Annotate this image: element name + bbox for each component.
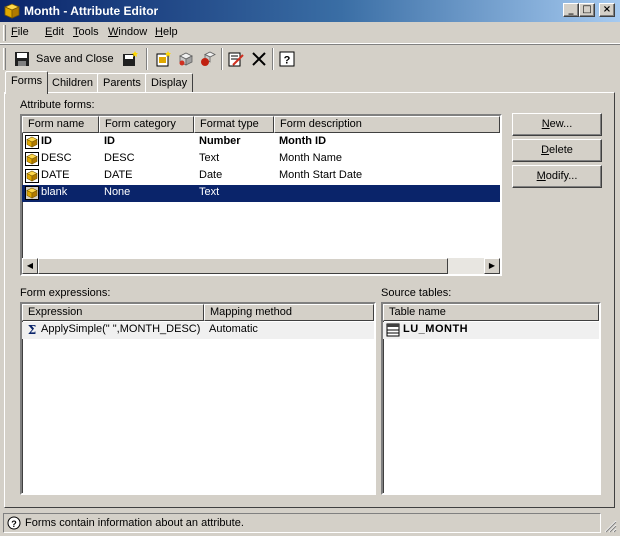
form-icon	[25, 135, 39, 149]
help-icon: ?	[279, 51, 295, 67]
attribute-form-row[interactable]: ID ID Number Month ID	[22, 134, 500, 151]
form-description-cell: Month Start Date	[279, 169, 363, 181]
tab-display[interactable]: Display	[145, 73, 194, 93]
table-icon	[386, 323, 400, 337]
col-form-name[interactable]: Form name	[22, 116, 99, 133]
save-button[interactable]	[122, 49, 138, 69]
menu-window[interactable]: Window	[108, 26, 147, 38]
col-form-category[interactable]: Form category	[99, 116, 194, 133]
form-description-cell: Month ID	[279, 135, 327, 147]
toolbar: Save and Close ?	[0, 44, 620, 72]
menu-edit[interactable]: Edit	[45, 26, 64, 38]
form-format-cell: Date	[199, 169, 223, 181]
source-tables-label: Source tables:	[381, 287, 452, 299]
close-button[interactable]: ×	[599, 3, 615, 17]
form-name-cell: blank	[41, 186, 68, 198]
edit-properties-button[interactable]	[228, 49, 244, 69]
window-title: Month - Attribute Editor	[24, 4, 159, 18]
svg-text:Σ: Σ	[28, 323, 36, 337]
form-expressions-list[interactable]: Expression Mapping method Σ ApplySimple(…	[20, 302, 376, 495]
form-description-cell: Month Name	[279, 152, 342, 164]
attribute-form-row[interactable]: blank None Text	[22, 185, 500, 202]
remove-cube-icon	[200, 51, 216, 67]
info-icon: ?	[7, 516, 21, 530]
table-name-cell: LU_MONTH	[403, 323, 469, 335]
form-category-cell: DATE	[104, 169, 133, 181]
form-category-cell: None	[104, 186, 131, 198]
col-expression[interactable]: Expression	[22, 304, 204, 321]
attribute-forms-hscrollbar[interactable]: ◀ ▶	[22, 258, 500, 274]
menu-grip[interactable]	[3, 25, 6, 41]
delete-button[interactable]: Delete	[512, 139, 602, 162]
col-mapping-method[interactable]: Mapping method	[204, 304, 374, 321]
form-name-cell: ID	[41, 135, 52, 147]
col-form-description[interactable]: Form description	[274, 116, 500, 133]
menu-file[interactable]: File	[11, 26, 29, 38]
new-form-icon	[155, 51, 171, 67]
form-expressions-label: Form expressions:	[20, 287, 111, 299]
save-star-icon	[122, 51, 138, 67]
form-icon	[25, 152, 39, 166]
edit-properties-icon	[228, 51, 244, 67]
save-and-close-label: Save and Close	[36, 53, 114, 65]
toolbar-separator-2	[221, 48, 223, 70]
svg-text:?: ?	[11, 519, 17, 529]
delete-x-icon	[251, 51, 267, 67]
form-name-cell: DATE	[41, 169, 70, 181]
resize-grip-icon[interactable]	[603, 519, 617, 533]
source-table-row[interactable]: LU_MONTH	[383, 322, 599, 339]
attribute-cube-icon	[3, 3, 21, 19]
attribute-form-row[interactable]: DESC DESC Text Month Name	[22, 151, 500, 168]
scroll-left-arrow[interactable]: ◀	[22, 258, 38, 274]
status-pane: ? Forms contain information about an att…	[3, 513, 601, 533]
attribute-forms-list[interactable]: Form name Form category Format type Form…	[20, 114, 502, 276]
menu-help[interactable]: Help	[155, 26, 178, 38]
floppy-disk-icon	[14, 51, 30, 67]
form-category-cell: DESC	[104, 152, 135, 164]
status-bar: ? Forms contain information about an att…	[0, 511, 620, 536]
help-button[interactable]: ?	[279, 49, 295, 69]
svg-text:?: ?	[284, 55, 291, 67]
expression-row[interactable]: Σ ApplySimple(" ",MONTH_DESC) Automatic	[22, 322, 374, 339]
form-icon	[25, 186, 39, 200]
cube-icon	[178, 51, 194, 67]
tab-forms[interactable]: Forms	[5, 71, 49, 94]
scroll-right-arrow[interactable]: ▶	[484, 258, 500, 274]
toolbar-separator	[146, 48, 148, 70]
cube-button[interactable]	[178, 49, 194, 69]
col-format-type[interactable]: Format type	[194, 116, 274, 133]
new-button[interactable]: New...	[512, 113, 602, 136]
tab-children[interactable]: Children	[46, 73, 99, 93]
status-text: Forms contain information about an attri…	[25, 517, 244, 529]
menu-bar: File Edit Tools Window Help	[0, 22, 620, 44]
delete-toolbar-button[interactable]	[251, 49, 267, 69]
mapping-method-cell: Automatic	[209, 323, 258, 335]
maximize-button[interactable]: □	[579, 3, 595, 17]
form-format-cell: Number	[199, 135, 241, 147]
new-form-button[interactable]	[155, 49, 171, 69]
col-table-name[interactable]: Table name	[383, 304, 599, 321]
sigma-icon: Σ	[25, 323, 39, 337]
form-format-cell: Text	[199, 186, 220, 198]
source-tables-list[interactable]: Table name LU_MONTH	[381, 302, 601, 495]
form-name-cell: DESC	[41, 152, 72, 164]
form-icon	[25, 169, 39, 183]
tab-parents[interactable]: Parents	[97, 73, 147, 93]
toolbar-separator-3	[272, 48, 274, 70]
minimize-button[interactable]: _	[563, 3, 579, 17]
form-format-cell: Text	[199, 152, 220, 164]
expression-cell: ApplySimple(" ",MONTH_DESC)	[41, 323, 201, 335]
menu-tools[interactable]: Tools	[73, 26, 99, 38]
toolbar-grip[interactable]	[3, 48, 6, 70]
modify-button[interactable]: Modify...	[512, 165, 602, 188]
save-and-close-button[interactable]: Save and Close	[14, 49, 114, 69]
title-bar[interactable]: Month - Attribute Editor _ □ ×	[0, 0, 620, 22]
attribute-form-row[interactable]: DATE DATE Date Month Start Date	[22, 168, 500, 185]
remove-cube-button[interactable]	[200, 49, 216, 69]
form-category-cell: ID	[104, 135, 115, 147]
scroll-thumb[interactable]	[38, 258, 448, 274]
attribute-forms-label: Attribute forms:	[20, 99, 95, 111]
